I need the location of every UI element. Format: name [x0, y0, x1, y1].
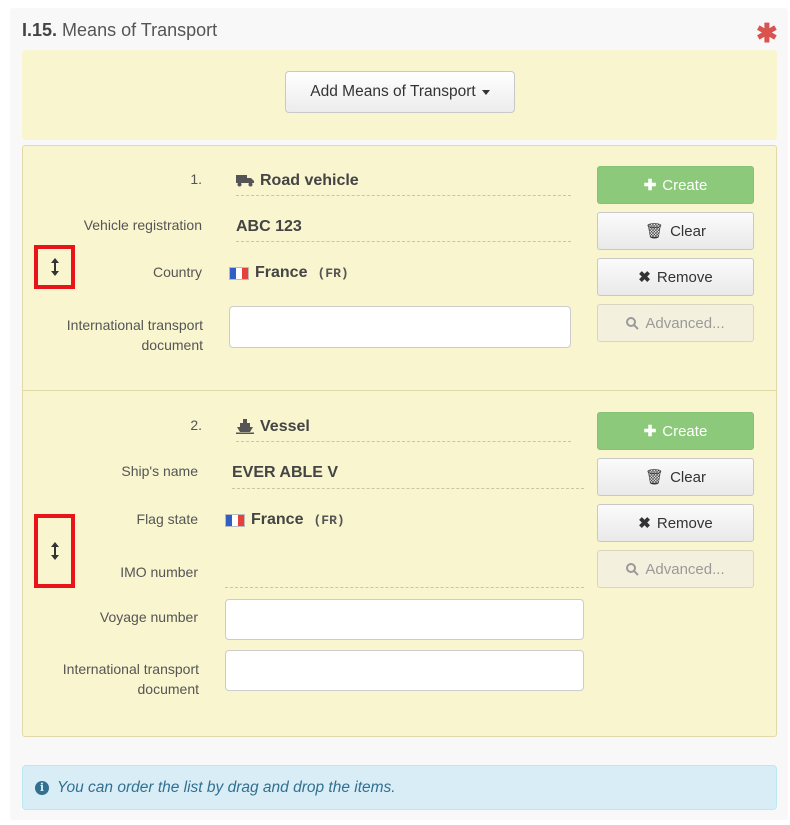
remove-button-label: Remove: [656, 514, 713, 532]
add-means-of-transport-button[interactable]: Add Means of Transport: [285, 71, 515, 113]
create-button[interactable]: ✚ Create: [597, 412, 754, 450]
voyage-number-input[interactable]: [225, 599, 584, 640]
close-icon: ✖: [638, 515, 651, 532]
france-flag-icon: [229, 266, 249, 280]
clear-button-label: Clear: [670, 222, 706, 240]
create-button[interactable]: ✚ Create: [597, 166, 754, 204]
drag-handle-icon: [50, 542, 59, 560]
international-transport-document-label: International transport document: [26, 659, 199, 699]
ship-icon: [236, 419, 254, 434]
country-name: France: [255, 264, 308, 281]
truck-icon: [236, 175, 254, 187]
create-button-label: Create: [662, 422, 708, 440]
required-icon: ✱: [756, 18, 778, 48]
vehicle-registration-label: Vehicle registration: [83, 217, 202, 233]
add-means-of-transport-label: Add Means of Transport: [310, 83, 476, 100]
info-alert: i You can order the list by drag and dro…: [22, 765, 777, 810]
clear-button[interactable]: 🗑 Clear: [597, 212, 754, 250]
advanced-button-label: Advanced...: [645, 314, 725, 332]
flag-state-code: (FR): [313, 512, 345, 528]
transport-type-value: Road vehicle: [236, 166, 571, 196]
item-divider: [23, 390, 776, 391]
section-code: I.15.: [22, 20, 58, 40]
info-icon: i: [35, 780, 49, 795]
advanced-button[interactable]: Advanced...: [597, 550, 754, 588]
item-index: 1.: [190, 171, 202, 187]
international-transport-document-label: International transport document: [30, 315, 203, 355]
remove-button[interactable]: ✖ Remove: [597, 504, 754, 542]
search-icon: [626, 316, 640, 330]
itd-label-line1: International transport: [66, 317, 203, 333]
plus-icon: ✚: [643, 423, 657, 440]
info-text: You can order the list by drag and drop …: [57, 778, 396, 796]
advanced-button[interactable]: Advanced...: [597, 304, 754, 342]
caret-down-icon: [481, 89, 490, 95]
transport-type-label: Road vehicle: [260, 171, 359, 189]
remove-button[interactable]: ✖ Remove: [597, 258, 754, 296]
international-transport-document-input[interactable]: [225, 650, 584, 691]
trash-icon: 🗑: [645, 223, 665, 240]
country-value[interactable]: France (FR): [229, 259, 571, 287]
trash-icon: 🗑: [645, 469, 665, 486]
section-title-text: Means of Transport: [62, 20, 218, 40]
advanced-button-label: Advanced...: [645, 560, 725, 578]
voyage-number-label: Voyage number: [99, 609, 198, 625]
close-icon: ✖: [638, 269, 651, 286]
plus-icon: ✚: [643, 177, 657, 194]
ships-name-value[interactable]: EVER ABLE V: [232, 458, 584, 489]
country-code: (FR): [317, 265, 349, 281]
search-icon: [626, 562, 640, 576]
france-flag-icon: [225, 513, 245, 527]
clear-button-label: Clear: [670, 468, 706, 486]
clear-button[interactable]: 🗑 Clear: [597, 458, 754, 496]
transport-type-value: Vessel: [236, 412, 571, 442]
flag-state-value[interactable]: France (FR): [225, 506, 584, 534]
itd-label-line1: International transport: [62, 661, 199, 677]
itd-label-line2: document: [141, 337, 203, 353]
itd-label-line2: document: [137, 681, 199, 697]
ships-name-label: Ship's name: [121, 463, 198, 479]
remove-button-label: Remove: [656, 268, 713, 286]
create-button-label: Create: [662, 176, 708, 194]
imo-number-label: IMO number: [120, 564, 198, 580]
section-title: I.15. Means of Transport: [22, 20, 217, 41]
international-transport-document-input[interactable]: [229, 306, 571, 348]
vehicle-registration-value[interactable]: ABC 123: [236, 212, 571, 242]
item-index: 2.: [190, 417, 202, 433]
imo-number-value[interactable]: [225, 557, 584, 588]
transport-type-label: Vessel: [260, 417, 310, 435]
country-label: Country: [152, 264, 202, 280]
flag-state-name: France: [251, 511, 304, 528]
